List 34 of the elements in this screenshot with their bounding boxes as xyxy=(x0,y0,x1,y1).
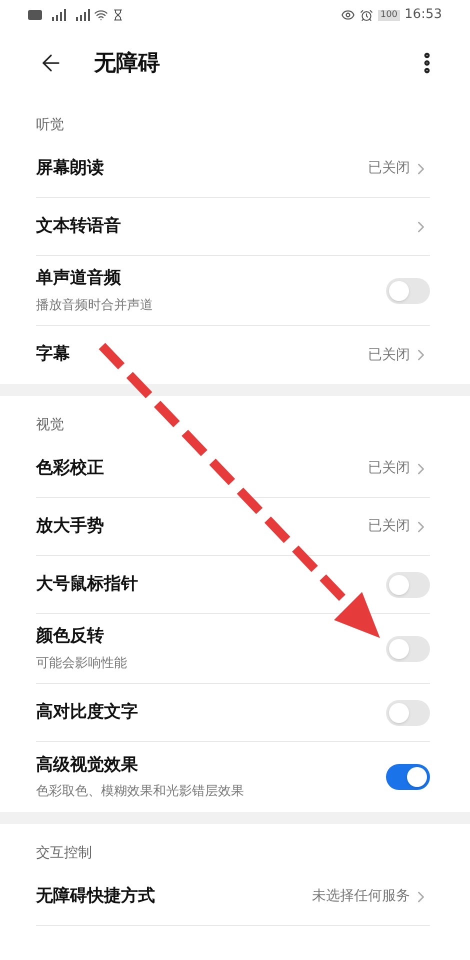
setting-value: 已关闭 xyxy=(368,517,410,536)
hourglass-icon xyxy=(112,9,124,21)
section-heading: 听觉 xyxy=(36,116,64,135)
alarm-icon xyxy=(360,8,374,22)
setting-value: 已关闭 xyxy=(368,459,410,478)
setting-label[interactable]: 大号鼠标指针 xyxy=(36,572,138,598)
setting-label[interactable]: 高级视觉效果 xyxy=(36,752,244,778)
setting-label[interactable]: 单声道音频 xyxy=(36,266,153,292)
battery-level: 100 xyxy=(378,10,400,20)
setting-description: 播放音频时合并声道 xyxy=(36,296,153,314)
setting-value: 已关闭 xyxy=(368,159,410,178)
setting-value: 已关闭 xyxy=(368,346,410,364)
toggle-switch[interactable] xyxy=(386,278,430,304)
eye-icon xyxy=(341,8,356,22)
section-heading: 交互控制 xyxy=(36,844,92,863)
toggle-switch[interactable] xyxy=(386,636,430,662)
section-heading: 视觉 xyxy=(36,416,64,435)
setting-description: 可能会影响性能 xyxy=(36,654,127,672)
setting-label[interactable]: 屏幕朗读 xyxy=(36,156,104,182)
setting-label[interactable]: 字幕 xyxy=(36,342,70,368)
toggle-switch[interactable] xyxy=(386,700,430,726)
setting-label[interactable]: 色彩校正 xyxy=(36,456,104,482)
setting-label[interactable]: 放大手势 xyxy=(36,514,104,540)
setting-value: 未选择任何服务 xyxy=(312,887,410,906)
setting-label[interactable]: 高对比度文字 xyxy=(36,700,138,726)
clock-time: 16:53 xyxy=(404,6,442,24)
setting-description: 色彩取色、模糊效果和光影错层效果 xyxy=(36,783,244,801)
wifi-icon xyxy=(94,8,108,22)
toggle-switch[interactable] xyxy=(386,572,430,598)
page-title: 无障碍 xyxy=(94,50,160,78)
setting-label[interactable]: 无障碍快捷方式 xyxy=(36,884,155,910)
setting-label[interactable]: 颜色反转 xyxy=(36,624,127,650)
setting-label[interactable]: 文本转语音 xyxy=(36,214,121,240)
toggle-switch[interactable] xyxy=(386,764,430,790)
